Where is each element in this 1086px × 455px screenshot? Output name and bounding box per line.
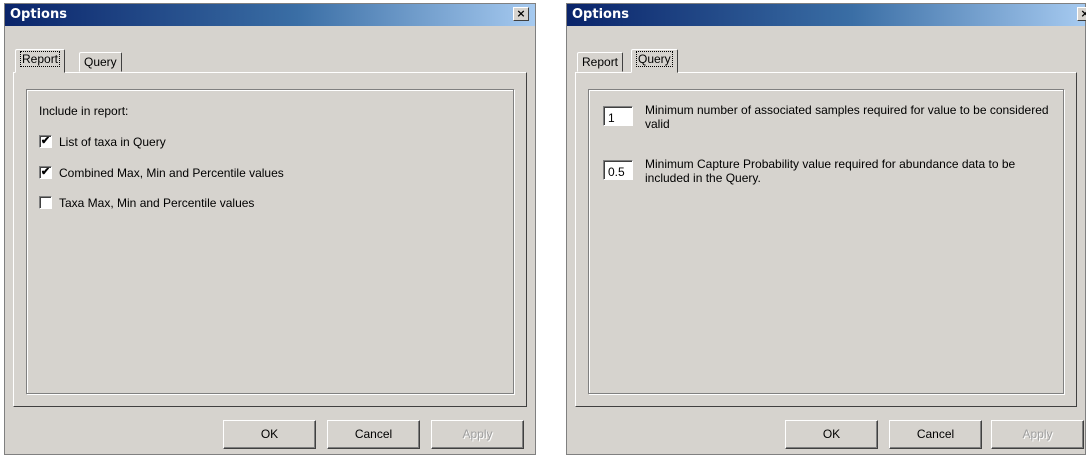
title-bar[interactable]: Options × <box>567 4 1086 26</box>
title-bar[interactable]: Options × <box>5 4 535 26</box>
tab-panel-report: Include in report: ✔ List of taxa in Que… <box>13 72 527 407</box>
min-capture-probability-description: Minimum Capture Probability value requir… <box>645 157 1016 185</box>
close-button[interactable]: × <box>1077 7 1086 21</box>
report-groupbox: Include in report: ✔ List of taxa in Que… <box>26 89 514 394</box>
cancel-button[interactable]: Cancel <box>327 420 420 449</box>
close-button[interactable]: × <box>513 7 529 21</box>
apply-button[interactable]: Apply <box>991 420 1084 449</box>
checkbox-list-of-taxa[interactable]: ✔ <box>39 135 52 148</box>
close-icon: × <box>516 7 526 20</box>
checkmark-icon: ✔ <box>40 135 51 147</box>
min-samples-description: Minimum number of associated samples req… <box>645 103 1049 131</box>
ok-button[interactable]: OK <box>223 420 316 449</box>
tab-report-label: Report <box>20 51 61 67</box>
include-in-report-label: Include in report: <box>39 104 129 118</box>
dialog-title: Options <box>10 7 67 22</box>
checkbox-label: Taxa Max, Min and Percentile values <box>59 196 255 210</box>
options-dialog-report: Options × Report Query Include in report… <box>4 3 536 455</box>
ok-button[interactable]: OK <box>785 420 878 449</box>
tab-query[interactable]: Query <box>79 52 122 72</box>
apply-button[interactable]: Apply <box>431 420 524 449</box>
tab-query[interactable]: Query <box>631 49 678 73</box>
checkmark-icon: ✔ <box>40 166 51 178</box>
checkbox-taxa-values[interactable] <box>39 196 52 209</box>
checkbox-label: Combined Max, Min and Percentile values <box>59 166 284 180</box>
tab-report[interactable]: Report <box>15 49 66 73</box>
tab-report[interactable]: Report <box>577 52 624 72</box>
close-icon: × <box>1080 7 1086 20</box>
tab-report-label: Report <box>582 55 619 69</box>
cancel-button[interactable]: Cancel <box>889 420 982 449</box>
tab-query-label: Query <box>84 55 117 69</box>
query-groupbox: Minimum number of associated samples req… <box>588 89 1064 394</box>
checkbox-combined-values[interactable]: ✔ <box>39 166 52 179</box>
min-samples-input[interactable] <box>603 106 633 126</box>
options-dialog-query: Options × Report Query Minimum number of… <box>566 3 1086 455</box>
min-capture-probability-input[interactable] <box>603 160 633 180</box>
tab-query-label: Query <box>636 51 673 67</box>
dialog-title: Options <box>572 7 629 22</box>
tab-panel-query: Minimum number of associated samples req… <box>575 72 1077 407</box>
checkbox-label: List of taxa in Query <box>59 135 166 149</box>
